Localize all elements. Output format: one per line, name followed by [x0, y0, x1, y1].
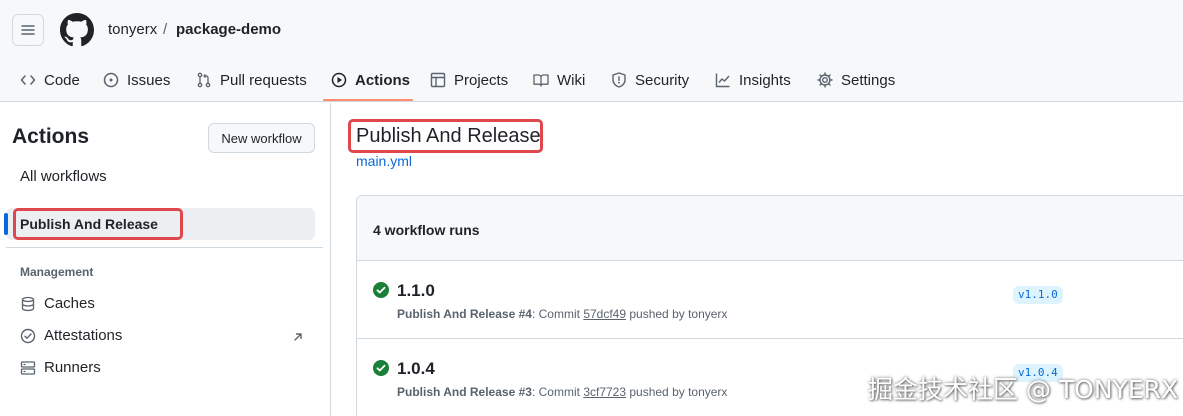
workflow-title: Publish And Release — [356, 125, 541, 147]
selected-indicator — [4, 213, 8, 235]
tab-label: Code — [44, 71, 80, 89]
tab-settings[interactable]: Settings — [817, 58, 895, 102]
run-meta: Publish And Release #3: Commit 3cf7723 p… — [397, 385, 727, 399]
tab-insights[interactable]: Insights — [715, 58, 791, 102]
commit-sha-link[interactable]: 57dcf49 — [583, 307, 626, 321]
pull-request-icon — [197, 72, 211, 88]
verified-icon — [20, 328, 36, 343]
repo-tabs: Code Issues Pull requests Actions Projec… — [0, 58, 1183, 102]
sidebar-item-attestations[interactable]: Attestations — [20, 327, 122, 344]
github-logo-icon[interactable] — [60, 13, 94, 47]
tab-label: Wiki — [557, 71, 586, 89]
run-workflow-name: Publish And Release — [397, 385, 516, 399]
code-icon — [20, 75, 36, 85]
active-tab-indicator — [323, 99, 413, 101]
tab-security[interactable]: Security — [611, 58, 689, 102]
server-icon — [20, 360, 36, 375]
cache-icon — [21, 296, 35, 311]
tab-wiki[interactable]: Wiki — [533, 58, 585, 102]
tab-issues[interactable]: Issues — [103, 58, 170, 102]
play-icon — [331, 72, 347, 88]
tab-pull-requests[interactable]: Pull requests — [196, 58, 307, 102]
tab-actions[interactable]: Actions — [331, 58, 410, 102]
sidebar-item-label: Attestations — [44, 327, 123, 344]
run-workflow-name: Publish And Release — [397, 307, 516, 321]
workflow-runs-count: 4 workflow runs — [373, 222, 480, 238]
run-number: #4 — [518, 307, 532, 321]
shield-icon — [612, 72, 626, 88]
tab-label: Pull requests — [220, 71, 307, 89]
sidebar-item-label: Caches — [44, 295, 95, 312]
sidebar-item-label: Runners — [44, 359, 101, 376]
workflow-runs-header: 4 workflow runs — [357, 196, 1183, 261]
breadcrumb-repo[interactable]: package-demo — [176, 21, 281, 38]
tab-label: Settings — [841, 71, 896, 89]
run-commit-prefix: : Commit — [531, 385, 580, 399]
run-meta: Publish And Release #4: Commit 57dcf49 p… — [397, 307, 727, 321]
run-pushed-by: pushed by tonyerx — [629, 385, 728, 399]
tab-label: Insights — [739, 71, 791, 89]
highlight-annotation — [13, 208, 183, 240]
actions-sidebar: Actions New workflow All workflows Publi… — [0, 103, 331, 416]
sidebar-item-runners[interactable]: Runners — [20, 359, 101, 376]
workflow-run-row[interactable]: 1.1.0 Publish And Release #4: Commit 57d… — [357, 261, 1183, 339]
book-icon — [533, 74, 549, 87]
breadcrumb-owner[interactable]: tonyerx — [108, 21, 157, 38]
repo-header: tonyerx / package-demo Code Issues Pull … — [0, 0, 1183, 102]
breadcrumb-separator: / — [163, 21, 168, 38]
tab-code[interactable]: Code — [20, 58, 80, 102]
success-check-icon — [373, 282, 389, 298]
external-link-arrow-icon — [294, 333, 302, 341]
tab-label: Security — [635, 71, 690, 89]
tab-label: Projects — [454, 71, 509, 89]
watermark: 掘金技术社区 @ TONYERX — [868, 375, 1179, 404]
graph-icon — [715, 73, 730, 88]
tab-projects[interactable]: Projects — [430, 58, 508, 102]
sidebar-item-all-workflows[interactable]: All workflows — [20, 168, 107, 185]
hamburger-icon — [21, 25, 35, 35]
run-commit-prefix: : Commit — [531, 307, 580, 321]
run-title[interactable]: 1.1.0 — [397, 281, 435, 301]
tab-label: Issues — [127, 71, 171, 89]
gear-icon — [817, 72, 833, 88]
run-pushed-by: pushed by tonyerx — [629, 307, 728, 321]
run-branch-tag[interactable]: v1.1.0 — [1013, 286, 1063, 304]
sidebar-item-caches[interactable]: Caches — [20, 295, 95, 312]
workflow-file-link[interactable]: main.yml — [356, 153, 412, 169]
tab-label: Actions — [355, 71, 411, 89]
hamburger-menu-button[interactable] — [12, 14, 44, 46]
run-number: #3 — [518, 385, 532, 399]
new-workflow-button[interactable]: New workflow — [208, 123, 315, 153]
sidebar-title: Actions — [12, 125, 90, 148]
divider — [6, 247, 323, 248]
success-check-icon — [373, 360, 389, 376]
table-icon — [430, 72, 446, 88]
issue-icon — [103, 72, 119, 88]
commit-sha-link[interactable]: 3cf7723 — [583, 385, 626, 399]
run-title[interactable]: 1.0.4 — [397, 359, 435, 379]
sidebar-section-management: Management — [20, 265, 94, 279]
